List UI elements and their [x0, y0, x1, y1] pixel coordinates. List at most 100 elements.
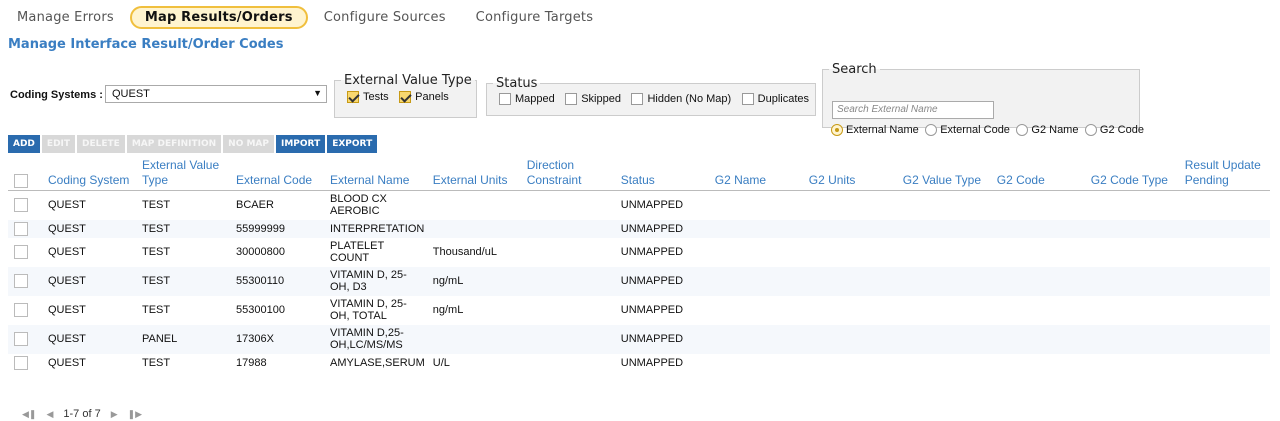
cell-value-type: TEST: [142, 356, 171, 369]
col-g2-code-type[interactable]: G2 Code Type: [1086, 156, 1181, 191]
row-checkbox[interactable]: [14, 198, 28, 213]
filter-panels[interactable]: Panels: [399, 91, 449, 103]
row-select-cell: [8, 266, 44, 296]
row-checkbox[interactable]: [14, 303, 28, 317]
col-g2-name[interactable]: G2 Name: [710, 156, 805, 191]
search-by-external-code[interactable]: External Code: [925, 124, 1010, 136]
no-map-button[interactable]: NO MAP: [223, 135, 274, 153]
edit-button[interactable]: EDIT: [41, 135, 76, 153]
hidden-checkbox[interactable]: [631, 93, 644, 105]
filter-duplicates[interactable]: Duplicates: [741, 93, 810, 105]
table-row[interactable]: QUEST TEST 30000800 PLATELET COUNT Thous…: [8, 238, 1270, 267]
row-select-cell: [8, 324, 44, 354]
cell-coding-system: QUEST: [48, 304, 86, 316]
cell-g2-name: [710, 324, 805, 354]
cell-status: UNMAPPED: [616, 324, 711, 354]
delete-button[interactable]: DELETE: [77, 135, 125, 153]
cell-external-units: ng/mL: [432, 304, 464, 316]
g2-name-radio[interactable]: [1016, 124, 1029, 136]
filter-skipped[interactable]: Skipped: [565, 93, 621, 105]
table-row[interactable]: QUEST TEST BCAER BLOOD CX AEROBIC UNMAPP…: [8, 191, 1270, 220]
cell-value-type: PANEL: [138, 324, 232, 354]
col-coding-system[interactable]: Coding System: [44, 156, 138, 191]
cell-g2-name: [711, 191, 805, 220]
col-external-code[interactable]: External Code: [232, 156, 326, 191]
cell-g2-value-type: [898, 266, 993, 296]
search-by-g2-name[interactable]: G2 Name: [1016, 124, 1078, 136]
cell-result-update-pending: [1180, 266, 1270, 296]
search-by-g2-code[interactable]: G2 Code: [1084, 124, 1144, 136]
col-external-value-type[interactable]: External Value Type: [138, 156, 232, 191]
cell-g2-code: [992, 219, 1087, 238]
import-button[interactable]: IMPORT: [276, 135, 326, 153]
select-all-checkbox[interactable]: [14, 173, 28, 188]
cell-g2-code: [992, 324, 1087, 354]
cell-g2-code-type: [1086, 219, 1181, 238]
cell-g2-value-type: [899, 191, 993, 220]
tab-configure-sources[interactable]: Configure Sources: [310, 7, 460, 28]
search-by-external-name[interactable]: External Name: [831, 124, 919, 136]
col-status[interactable]: Status: [616, 156, 711, 191]
codes-table: Coding System External Value Type Extern…: [8, 156, 1270, 372]
map-definition-button[interactable]: MAP DEFINITION: [126, 135, 222, 153]
table-row[interactable]: QUEST TEST 55300100 VITAMIN D, 25-OH, TO…: [8, 296, 1270, 325]
tab-configure-targets[interactable]: Configure Targets: [462, 7, 608, 28]
col-g2-units[interactable]: G2 Units: [804, 156, 899, 191]
row-checkbox[interactable]: [14, 245, 28, 259]
previous-page-icon[interactable]: ◀: [46, 409, 53, 420]
duplicates-label: Duplicates: [757, 93, 810, 105]
tab-manage-errors[interactable]: Manage Errors: [0, 7, 128, 28]
cell-g2-value-type: [898, 219, 993, 238]
select-all-header: [8, 156, 44, 191]
skipped-checkbox[interactable]: [565, 93, 578, 105]
last-page-icon[interactable]: ❚▶: [128, 409, 142, 420]
row-checkbox[interactable]: [14, 274, 28, 288]
tab-map-results-orders[interactable]: Map Results/Orders: [129, 5, 308, 29]
coding-systems-select[interactable]: QUEST ▼: [105, 85, 327, 103]
row-select-cell: [8, 354, 44, 372]
filter-hidden[interactable]: Hidden (No Map): [631, 93, 731, 105]
tests-checkbox[interactable]: [347, 91, 359, 103]
panels-checkbox[interactable]: [399, 91, 412, 103]
col-result-update-pending[interactable]: Result Update Pending: [1180, 156, 1270, 191]
col-external-units[interactable]: External Units: [428, 156, 523, 191]
row-checkbox[interactable]: [14, 332, 28, 346]
table-row[interactable]: QUEST TEST 55999999 INTERPRETATION UNMAP…: [8, 219, 1270, 238]
table-row[interactable]: QUEST PANEL 17306X VITAMIN D,25-OH,LC/MS…: [8, 324, 1270, 354]
col-external-name[interactable]: External Name: [326, 156, 429, 191]
external-name-radio[interactable]: [831, 124, 843, 136]
cell-value-type: TEST: [142, 304, 171, 316]
external-code-label: External Code: [940, 124, 1010, 136]
row-checkbox[interactable]: [14, 221, 28, 236]
external-code-radio[interactable]: [925, 124, 938, 136]
table-row[interactable]: QUEST TEST 55300110 VITAMIN D, 25-OH, D3…: [8, 266, 1270, 296]
cell-direction-constraint: [523, 191, 617, 220]
add-button[interactable]: ADD: [8, 135, 40, 153]
coding-systems-label: Coding Systems :: [10, 89, 103, 101]
cell-value-type: TEST: [142, 246, 171, 258]
table-row[interactable]: QUEST TEST 17988 AMYLASE,SERUM U/L UNMAP…: [8, 354, 1270, 372]
g2-code-radio[interactable]: [1084, 124, 1097, 136]
row-checkbox[interactable]: [14, 355, 28, 370]
filter-tests[interactable]: Tests: [347, 91, 389, 103]
export-button[interactable]: EXPORT: [327, 135, 378, 153]
cell-g2-units: [804, 219, 899, 238]
next-page-icon[interactable]: ▶: [111, 409, 118, 420]
search-input[interactable]: Search External Name: [832, 101, 994, 119]
filter-mapped[interactable]: Mapped: [499, 93, 555, 105]
cell-value-type: TEST: [138, 219, 232, 238]
cell-g2-code: [993, 238, 1087, 267]
first-page-icon[interactable]: ◀❚: [22, 409, 36, 420]
col-g2-code[interactable]: G2 Code: [992, 156, 1087, 191]
cell-g2-units: [805, 354, 899, 372]
cell-g2-code-type: [1087, 296, 1181, 325]
cell-external-units: Thousand/uL: [432, 246, 497, 258]
cell-direction-constraint: [523, 238, 617, 267]
cell-external-units: [428, 324, 523, 354]
cell-g2-name: [710, 219, 805, 238]
col-direction-constraint[interactable]: Direction Constraint: [522, 156, 617, 191]
mapped-checkbox[interactable]: [499, 93, 511, 105]
col-g2-value-type[interactable]: G2 Value Type: [898, 156, 993, 191]
cell-external-name: PLATELET COUNT: [330, 240, 385, 264]
duplicates-checkbox[interactable]: [741, 93, 754, 105]
